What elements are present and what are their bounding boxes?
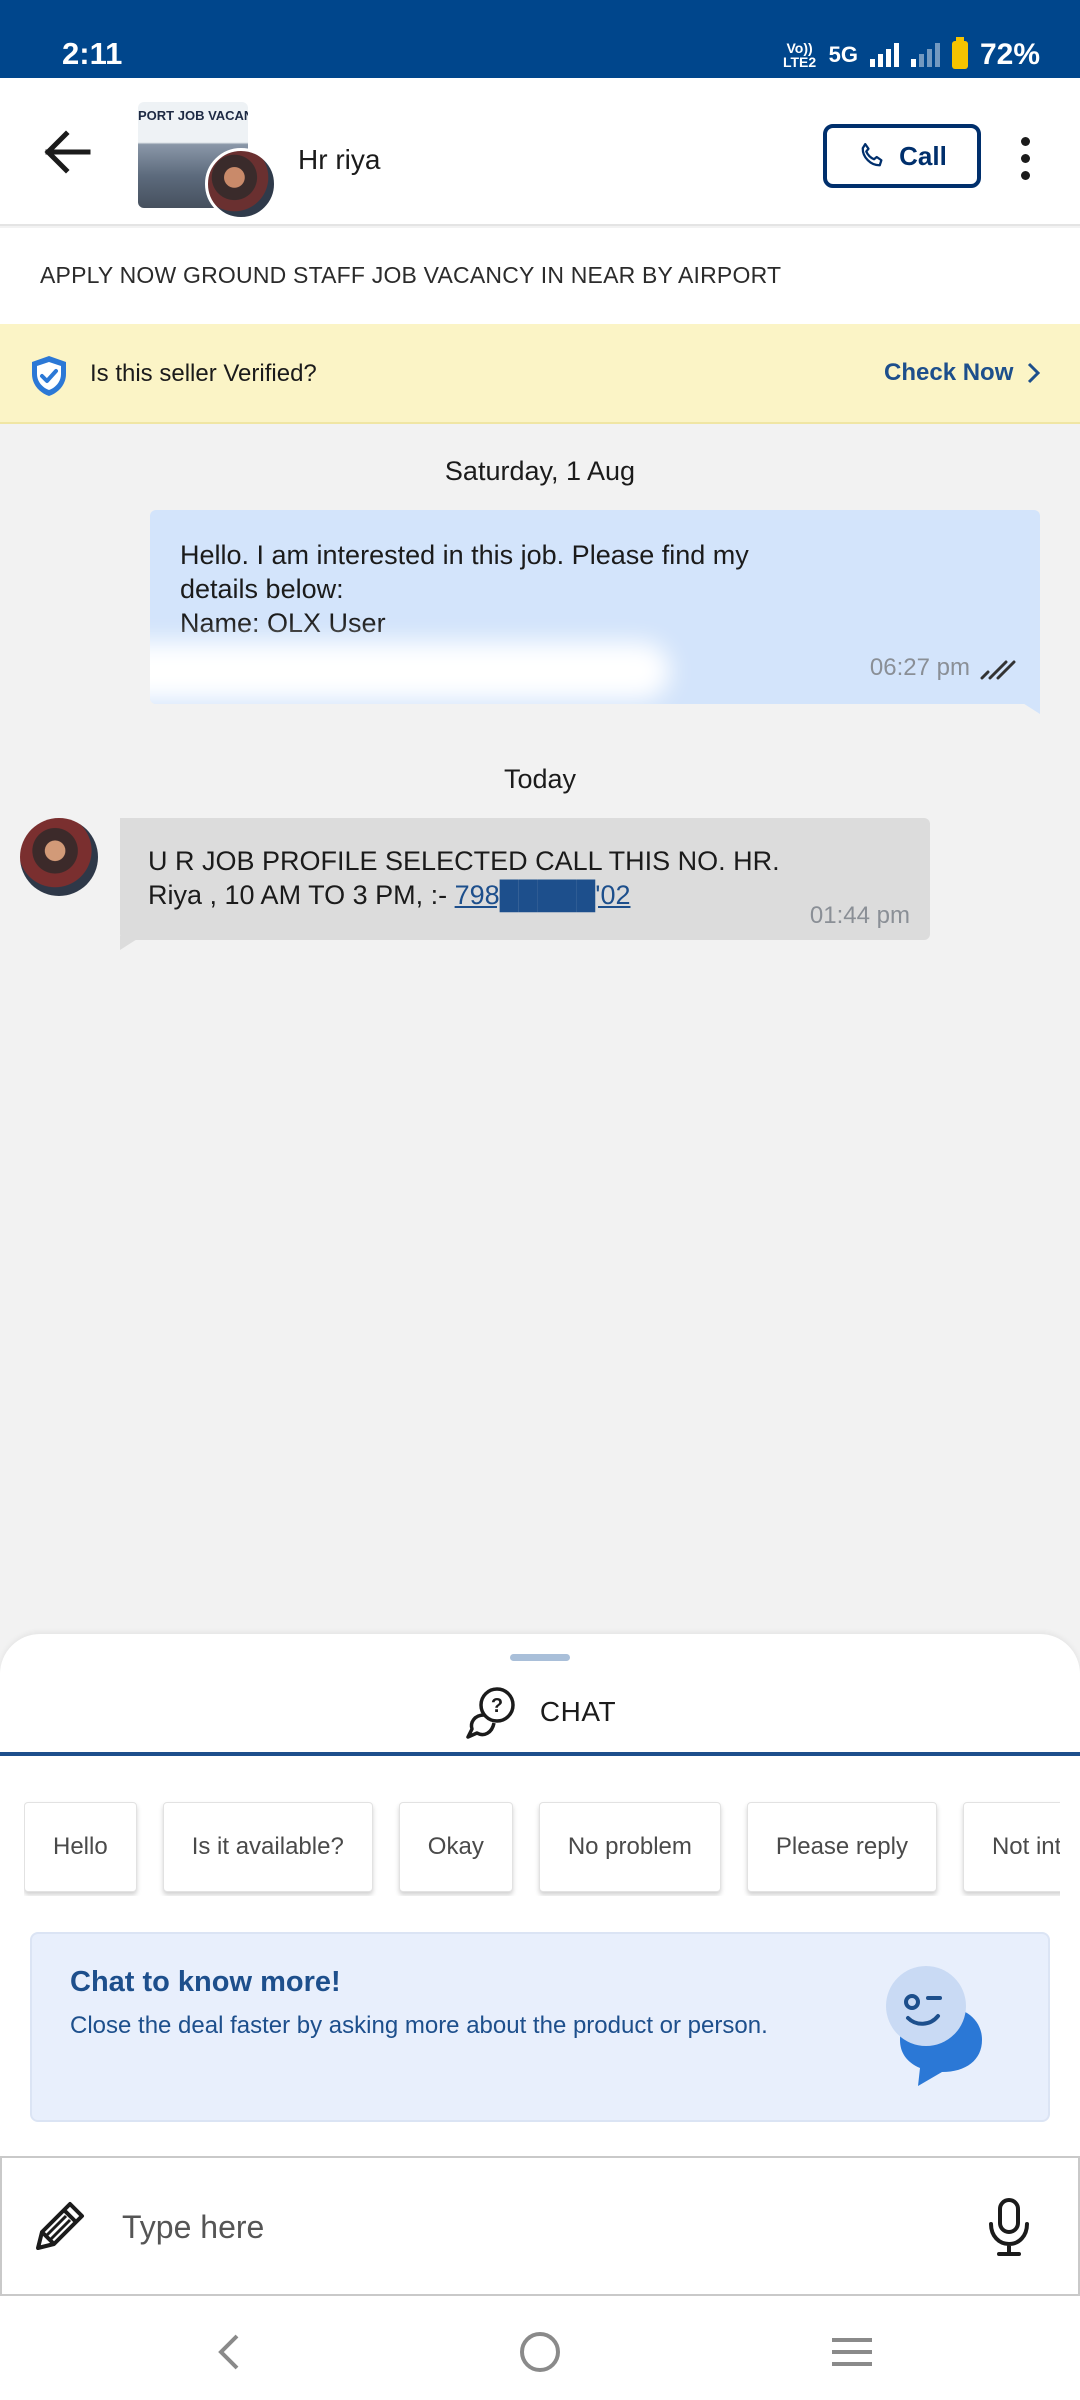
tab-chat-label: CHAT: [539, 1696, 617, 1727]
dot-icon: [1020, 153, 1030, 163]
chat-bottom-sheet: ? CHAT Hello Is it available? Okay No pr…: [0, 1634, 1080, 2400]
listing-bar[interactable]: APPLY NOW GROUND STAFF JOB VACANCY IN NE…: [0, 228, 1080, 324]
incoming-message[interactable]: U R JOB PROFILE SELECTED CALL THIS NO. H…: [120, 818, 930, 940]
quick-reply-chip[interactable]: Is it available?: [162, 1802, 373, 1892]
chat-mascot-icon: [886, 1966, 982, 2086]
chat-header: PORT JOB VACANCY 2026 Hr riya Call: [0, 78, 1080, 226]
thumbnail-text: PORT JOB VACANCY 2026: [138, 108, 248, 123]
bubble-tail: [1018, 700, 1040, 714]
verify-question: Is this seller Verified?: [90, 360, 317, 387]
nav-recents-icon: [832, 2338, 872, 2366]
attachment-icon[interactable]: [30, 2196, 90, 2256]
battery-percent: 72%: [979, 38, 1040, 71]
outgoing-message[interactable]: Hello. I am interested in this job. Plea…: [150, 510, 1040, 704]
listing-title: APPLY NOW GROUND STAFF JOB VACANCY IN NE…: [40, 262, 782, 288]
bubble-tail: [120, 936, 142, 950]
outgoing-message-text: Hello. I am interested in this job. Plea…: [180, 540, 749, 638]
back-button[interactable]: [38, 122, 98, 182]
call-button[interactable]: Call: [823, 124, 981, 188]
contact-avatar[interactable]: [205, 148, 277, 220]
message-composer: [0, 2156, 1080, 2296]
chat-promo-card: Chat to know more! Close the deal faster…: [30, 1932, 1050, 2122]
quick-reply-chip[interactable]: Please reply: [746, 1802, 937, 1892]
double-check-icon: [980, 660, 1016, 680]
dot-icon: [1020, 136, 1030, 146]
quick-reply-chip[interactable]: Okay: [398, 1802, 513, 1892]
redaction-blur: [150, 642, 670, 700]
nav-back-button[interactable]: [198, 2322, 258, 2382]
sender-avatar[interactable]: [20, 818, 98, 896]
nav-home-button[interactable]: [510, 2322, 570, 2382]
message-input[interactable]: [122, 2202, 942, 2252]
status-indicators: Vo)) LTE2 5G 72%: [782, 37, 1040, 72]
chat-question-icon: ?: [466, 1687, 515, 1739]
more-options-button[interactable]: [1010, 128, 1040, 188]
arrow-left-icon: [44, 130, 91, 174]
quick-reply-chip[interactable]: Hello: [24, 1802, 137, 1892]
check-now-button[interactable]: Check Now: [884, 359, 1041, 387]
dot-icon: [1020, 170, 1030, 180]
phone-icon: [861, 143, 883, 167]
volte-indicator: Vo)) LTE2: [782, 40, 817, 70]
contact-name[interactable]: Hr riya: [298, 144, 380, 176]
date-separator: Saturday, 1 Aug: [444, 456, 636, 486]
nav-back-icon: [218, 2334, 239, 2370]
shield-check-icon: [32, 356, 66, 396]
call-label: Call: [899, 140, 947, 171]
tab-chat[interactable]: ? CHAT: [0, 1670, 1080, 1754]
quick-reply-chip[interactable]: Not interested: [962, 1802, 1060, 1892]
incoming-message-text: U R JOB PROFILE SELECTED CALL THIS NO. H…: [148, 844, 828, 912]
sheet-drag-handle[interactable]: [510, 1654, 570, 1661]
nav-recents-button[interactable]: [822, 2322, 882, 2382]
promo-title: Chat to know more!: [70, 1966, 341, 1998]
verify-banner: Is this seller Verified? Check Now: [0, 324, 1080, 424]
status-bar: 2:11 Vo)) LTE2 5G 72%: [0, 0, 1080, 78]
promo-subtitle: Close the deal faster by asking more abo…: [70, 2012, 768, 2039]
date-separator-today: Today: [503, 764, 577, 794]
status-time: 2:11: [62, 36, 123, 71]
chevron-right-icon: [1028, 362, 1041, 384]
quick-reply-chip[interactable]: No problem: [538, 1802, 721, 1892]
tab-underline: [0, 1752, 1080, 1756]
signal-2-icon: [910, 43, 940, 67]
system-nav-bar: [0, 2300, 1080, 2400]
quick-replies: Hello Is it available? Okay No problem P…: [24, 1796, 1060, 1896]
microphone-icon[interactable]: [986, 2196, 1032, 2258]
network-type: 5G: [828, 42, 858, 67]
phone-number-link[interactable]: 798█████'02: [455, 880, 631, 910]
check-now-label: Check Now: [884, 359, 1014, 386]
svg-text:?: ?: [491, 1695, 503, 1717]
outgoing-message-time: 06:27 pm: [869, 654, 970, 681]
nav-home-icon: [520, 2332, 560, 2372]
incoming-message-time: 01:44 pm: [809, 902, 910, 929]
battery-icon: [951, 37, 968, 69]
signal-icon: [869, 43, 899, 67]
